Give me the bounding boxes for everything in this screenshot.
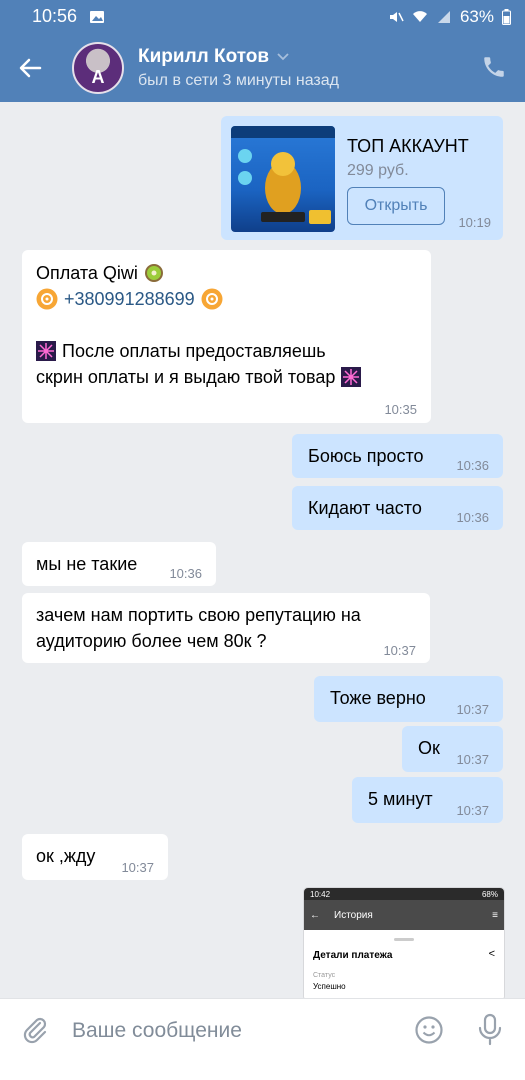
back-arrow-icon xyxy=(19,58,42,77)
outgoing-message[interactable]: Кидают часто 10:36 xyxy=(292,486,503,530)
screenshot-battery: 68% xyxy=(481,889,498,899)
smiley-icon[interactable] xyxy=(414,1015,444,1045)
chat-header: A Кирилл Котов был в сети 3 минуты назад xyxy=(0,33,525,102)
back-arrow-icon: ← xyxy=(310,909,320,921)
message-text: Тоже верно xyxy=(330,688,426,708)
message-time: 10:37 xyxy=(456,803,489,818)
message-text: мы не такие xyxy=(36,554,138,574)
payment-line-1: Оплата Qiwi xyxy=(36,262,138,283)
microphone-icon[interactable] xyxy=(476,1013,504,1047)
message-time: 10:37 xyxy=(456,702,489,717)
product-image[interactable] xyxy=(231,126,335,232)
screenshot-time: 10:42 xyxy=(310,889,331,899)
message-time: 10:37 xyxy=(456,752,489,767)
message-text: Кидают часто xyxy=(308,498,422,518)
message-time: 10:19 xyxy=(458,215,491,230)
message-text: аудиторию более чем 80к ? xyxy=(36,631,267,651)
fireworks-icon xyxy=(36,341,56,361)
filter-icon: ≡ xyxy=(492,909,498,921)
screenshot-attachment[interactable]: 10:42 68% ← История ≡ Детали платежа < С… xyxy=(304,888,504,998)
message-text: Ок xyxy=(418,738,440,758)
chevron-down-icon xyxy=(277,52,289,60)
message-time: 10:36 xyxy=(456,510,489,525)
message-text: ок ,жду xyxy=(36,846,96,866)
kiwi-icon xyxy=(144,264,163,282)
payment-line-3: После оплаты предоставляешь xyxy=(62,340,326,361)
product-price: 299 руб. xyxy=(347,162,409,179)
message-list[interactable]: ТОП АККАУНТ 299 руб. Открыть 10:19 Оплат… xyxy=(0,102,525,998)
message-time: 10:35 xyxy=(384,402,417,417)
open-button[interactable]: Открыть xyxy=(347,187,445,225)
paperclip-icon[interactable] xyxy=(20,1015,50,1045)
game-character-icon xyxy=(231,126,335,224)
outgoing-message[interactable]: Тоже верно 10:37 xyxy=(314,676,503,722)
signal-icon xyxy=(437,10,450,23)
message-text: Боюсь просто xyxy=(308,446,424,466)
chat-title[interactable]: Кирилл Котов был в сети 3 минуты назад xyxy=(138,46,339,90)
status-bar: 10:56 63% xyxy=(0,0,525,33)
share-icon: < xyxy=(488,948,495,960)
contact-name: Кирилл Котов xyxy=(138,45,270,67)
screenshot-status-value: Успешно xyxy=(313,982,346,991)
message-text: 5 минут xyxy=(368,789,433,809)
last-seen: был в сети 3 минуты назад xyxy=(138,71,339,89)
composer xyxy=(0,998,525,1080)
phone-number-link[interactable]: +380991288699 xyxy=(64,289,195,310)
message-time: 10:37 xyxy=(121,860,154,875)
phone-icon[interactable] xyxy=(481,54,507,80)
biohazard-icon xyxy=(201,288,223,310)
screenshot-title: История xyxy=(334,909,373,921)
payment-line-4: скрин оплаты и я выдаю твой товар xyxy=(36,366,336,387)
message-time: 10:36 xyxy=(456,458,489,473)
screenshot-heading: Детали платежа xyxy=(313,950,393,961)
fireworks-icon xyxy=(341,367,362,387)
message-text: зачем нам портить свою репутацию на xyxy=(36,605,361,625)
status-time: 10:56 xyxy=(32,6,78,26)
battery-icon xyxy=(502,8,511,25)
biohazard-icon xyxy=(36,288,58,310)
outgoing-message[interactable]: 5 минут 10:37 xyxy=(352,777,503,823)
screenshot-status-label: Статус xyxy=(313,972,336,979)
message-time: 10:37 xyxy=(383,643,416,658)
message-time: 10:36 xyxy=(169,566,202,581)
wifi-icon xyxy=(412,10,427,22)
payment-message[interactable]: Оплата Qiwi +380991288699 После оплаты п… xyxy=(22,250,431,423)
outgoing-message[interactable]: Ок 10:37 xyxy=(402,726,503,772)
mute-icon xyxy=(389,11,404,22)
image-icon xyxy=(90,10,105,23)
avatar-logo-icon: A xyxy=(91,66,105,87)
outgoing-message[interactable]: Боюсь просто 10:36 xyxy=(292,434,503,478)
back-button[interactable] xyxy=(0,33,60,102)
message-input[interactable] xyxy=(72,1015,392,1047)
product-card-message[interactable]: ТОП АККАУНТ 299 руб. Открыть 10:19 xyxy=(221,116,503,240)
incoming-message[interactable]: зачем нам портить свою репутацию на ауди… xyxy=(22,593,430,663)
incoming-message[interactable]: ок ,жду 10:37 xyxy=(22,834,168,880)
incoming-message[interactable]: мы не такие 10:36 xyxy=(22,542,216,586)
battery-percent: 63% xyxy=(459,6,494,26)
avatar[interactable]: A xyxy=(72,41,124,94)
product-title: ТОП АККАУНТ xyxy=(347,136,469,156)
